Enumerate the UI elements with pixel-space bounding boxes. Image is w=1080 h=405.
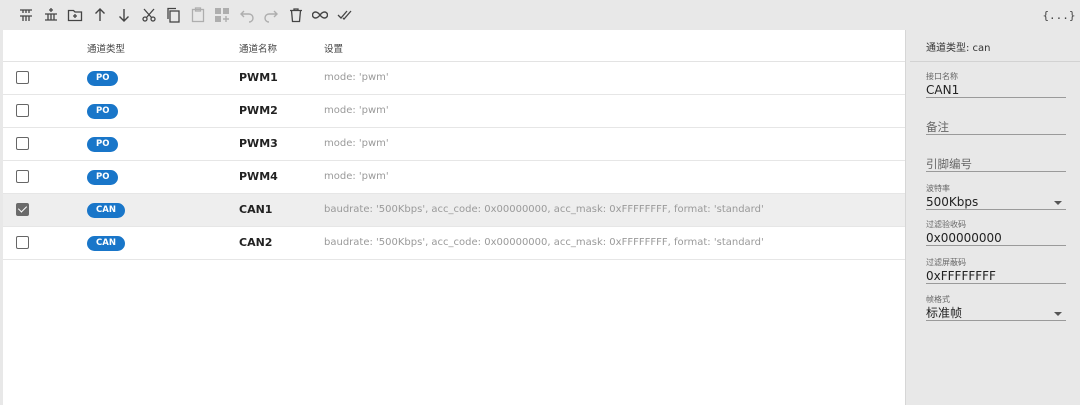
remark-input[interactable]: 备注: [926, 119, 1066, 135]
channel-type-badge: PO: [87, 137, 119, 152]
panel-title: 通道类型: can: [926, 43, 991, 54]
channel-settings: mode: 'pwm': [324, 138, 389, 149]
insert-above-icon[interactable]: [14, 3, 39, 27]
row-checkbox[interactable]: [16, 71, 29, 84]
move-up-icon[interactable]: [88, 3, 113, 27]
row-checkbox[interactable]: [16, 236, 29, 249]
pin-input[interactable]: 引脚编号: [926, 156, 1066, 172]
table-row[interactable]: PO PWM2 mode: 'pwm': [3, 95, 905, 128]
chevron-down-icon: [1054, 312, 1062, 316]
channel-name: CAN1: [239, 203, 273, 216]
table-row[interactable]: CAN CAN1 baudrate: '500Kbps', acc_code: …: [3, 194, 905, 227]
undo-icon[interactable]: [235, 3, 260, 27]
channel-name: PWM2: [239, 104, 278, 117]
redo-icon[interactable]: [259, 3, 284, 27]
frame-format-field[interactable]: 帧格式 标准帧: [926, 294, 1066, 321]
link-icon[interactable]: [308, 3, 333, 27]
interface-name-input[interactable]: CAN1: [926, 82, 1066, 98]
channel-name: PWM3: [239, 137, 278, 150]
move-down-icon[interactable]: [112, 3, 137, 27]
paste-icon[interactable]: [186, 3, 211, 27]
acc-mask-field[interactable]: 过滤屏蔽码 0xFFFFFFFF: [926, 257, 1066, 284]
channel-settings: mode: 'pwm': [324, 72, 389, 83]
acc-mask-input[interactable]: 0xFFFFFFFF: [926, 268, 1066, 284]
baudrate-select[interactable]: 500Kbps: [926, 194, 1066, 210]
interface-name-field[interactable]: 接口名称 CAN1: [926, 71, 1066, 98]
remark-field[interactable]: 备注: [926, 119, 1066, 135]
row-checkbox[interactable]: [16, 104, 29, 117]
frame-format-select[interactable]: 标准帧: [926, 305, 1066, 321]
header-settings: 设置: [324, 44, 344, 55]
header-channel-name: 通道名称: [239, 44, 278, 55]
add-grid-icon[interactable]: [210, 3, 235, 27]
channel-settings: baudrate: '500Kbps', acc_code: 0x0000000…: [324, 237, 764, 248]
toolbar: {...}: [0, 0, 1080, 30]
table-row[interactable]: PO PWM3 mode: 'pwm': [3, 128, 905, 161]
channel-table: 通道类型 通道名称 设置 PO PWM1 mode: 'pwm' PO PWM2…: [3, 30, 906, 405]
row-checkbox[interactable]: [16, 203, 29, 216]
baudrate-field[interactable]: 波特率 500Kbps: [926, 183, 1066, 210]
acc-code-input[interactable]: 0x00000000: [926, 230, 1066, 246]
field-label: 过滤验收码: [926, 220, 966, 229]
chevron-down-icon: [1054, 201, 1062, 205]
frame-format-value: 标准帧: [926, 306, 963, 320]
channel-name: PWM1: [239, 71, 278, 84]
row-checkbox[interactable]: [16, 137, 29, 150]
channel-settings: baudrate: '500Kbps', acc_code: 0x0000000…: [324, 204, 764, 215]
table-header: 通道类型 通道名称 设置: [3, 30, 905, 62]
pin-field[interactable]: 引脚编号: [926, 156, 1066, 172]
channel-name: PWM4: [239, 170, 278, 183]
channel-type-badge: PO: [87, 104, 119, 119]
table-row[interactable]: CAN CAN2 baudrate: '500Kbps', acc_code: …: [3, 227, 905, 260]
channel-settings: mode: 'pwm': [324, 171, 389, 182]
channel-type-badge: CAN: [87, 236, 125, 251]
channel-type-badge: PO: [87, 170, 119, 185]
delete-icon[interactable]: [284, 3, 309, 27]
channel-settings: mode: 'pwm': [324, 105, 389, 116]
copy-icon[interactable]: [161, 3, 186, 27]
new-folder-icon[interactable]: [63, 3, 88, 27]
acc-code-field[interactable]: 过滤验收码 0x00000000: [926, 219, 1066, 246]
field-label: 接口名称: [926, 72, 958, 81]
divider: [910, 61, 1080, 62]
cut-icon[interactable]: [137, 3, 162, 27]
channel-type-badge: PO: [87, 71, 119, 86]
table-row[interactable]: PO PWM1 mode: 'pwm': [3, 62, 905, 95]
json-view-button[interactable]: {...}: [1042, 5, 1075, 25]
row-checkbox[interactable]: [16, 170, 29, 183]
field-label: 波特率: [926, 184, 950, 193]
properties-panel: 通道类型: can 接口名称 CAN1 备注 引脚编号 波特率 500Kbps …: [910, 30, 1080, 405]
baudrate-value: 500Kbps: [926, 195, 979, 209]
insert-below-icon[interactable]: [39, 3, 64, 27]
channel-name: CAN2: [239, 236, 273, 249]
check-all-icon[interactable]: [333, 3, 358, 27]
field-label: 帧格式: [926, 295, 950, 304]
field-label: 过滤屏蔽码: [926, 258, 966, 267]
header-channel-type: 通道类型: [87, 44, 126, 55]
table-row[interactable]: PO PWM4 mode: 'pwm': [3, 161, 905, 194]
channel-type-badge: CAN: [87, 203, 125, 218]
